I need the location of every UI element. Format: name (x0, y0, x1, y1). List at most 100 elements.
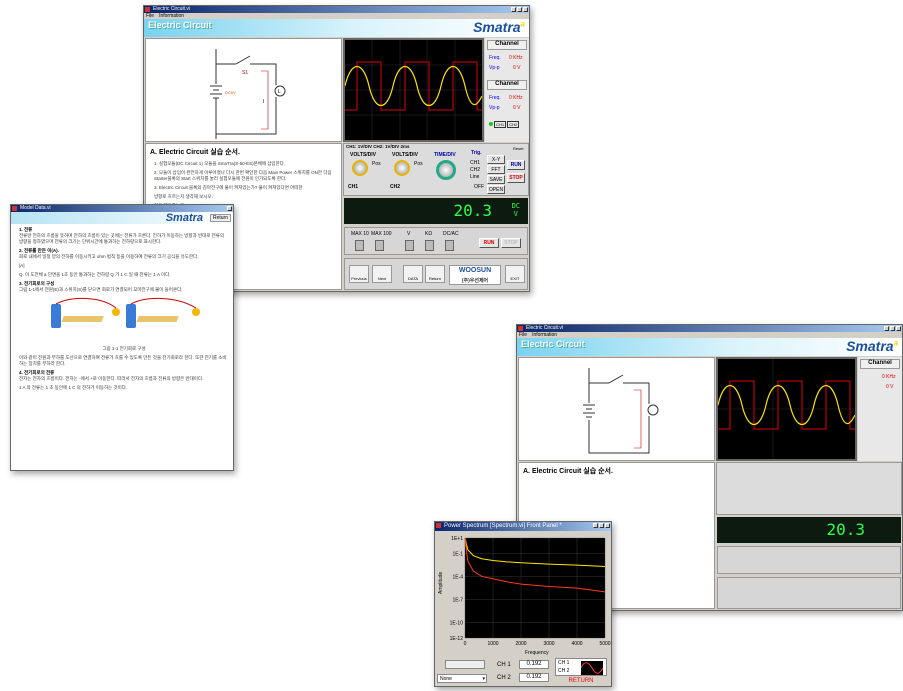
none-select[interactable]: None ▾ (437, 674, 487, 683)
x-tick-label: 3000 (543, 641, 554, 647)
second-title-bar[interactable]: Electric Circuit.vi (517, 325, 902, 332)
current-label: I (263, 99, 264, 105)
meter-stop-button[interactable]: STOP (501, 238, 521, 248)
section-3: 3. 전기회로의 구성 그림 1-1에서 전원(E)과 스위치(S)를 닫으면 회… (19, 281, 183, 292)
fft-button[interactable]: FFT (487, 165, 505, 174)
save-button[interactable]: SAVE (487, 175, 505, 184)
trig-line[interactable]: Line (470, 174, 479, 180)
trig-ch2[interactable]: CH2 (470, 167, 480, 173)
second-channel-title: Channel (860, 359, 900, 369)
section-2-q: Q. 이 도전체 a 단면을 1초 동안 통과하는 전하량 Q 가 1 C 일 … (19, 272, 171, 277)
max100-label: MAX 100 (371, 231, 392, 237)
second-circuit-svg (583, 368, 659, 454)
next-button[interactable]: Next (372, 265, 392, 283)
trig-label: Trig. (471, 150, 482, 156)
max10-label: MAX 10 (351, 231, 369, 237)
lamp-label: L (278, 89, 281, 95)
run-button[interactable]: RUN (507, 160, 525, 170)
spectrum-window: Power Spectrum [Spectrum.vi] Front Panel… (434, 521, 612, 687)
second-circuit (518, 357, 715, 461)
spectrum-min-button[interactable] (593, 523, 598, 528)
side-buttons: X-Y FFT SAVE OPEN RUN STOP Reset (485, 143, 529, 196)
doc-line-1: 1. 실험모듈(DC Circuit 1) 모듈을 SmaTra(S-50-ES… (154, 161, 286, 166)
nav-bar: Previous Next DATA Return WOOSUN (주)우선제어 … (344, 258, 528, 290)
section-1: 1. 전류 전류란 전하의 흐름을 뜻하며 전하의 흐름이 있는 곳에는 전류가 … (19, 227, 225, 244)
exit-button[interactable]: EXIT (505, 265, 525, 283)
second-maximize-button[interactable] (890, 326, 895, 331)
spectrum-title-bar[interactable]: Power Spectrum [Spectrum.vi] Front Panel… (435, 522, 611, 531)
y-axis-label: Amplitude (438, 572, 444, 594)
trig-ch1[interactable]: CH1 (470, 160, 480, 166)
spectrum-close-button[interactable] (605, 523, 610, 528)
maximize-button[interactable] (517, 7, 522, 12)
battery-label: DC5V (225, 90, 236, 95)
spectrum-tool-icons[interactable] (445, 660, 485, 669)
x-axis-label: Frequency (525, 650, 549, 656)
ch1-value-label: CH 1 (497, 662, 511, 668)
max100-switch[interactable] (375, 240, 384, 251)
ch2-knob[interactable] (394, 160, 410, 176)
window-title: Electric Circuit.vi (153, 6, 190, 12)
close-button[interactable] (523, 7, 528, 12)
model-close-button[interactable] (227, 206, 232, 211)
doc-line-4: 방향로 흐르는지 생각해 보시오. (154, 194, 213, 199)
smatra-logo: Smatraa (473, 19, 525, 35)
ch2-value-label: CH 2 (497, 675, 511, 681)
return-button[interactable]: RETURN (555, 677, 607, 685)
ch1-knob[interactable] (352, 160, 368, 176)
ch2-freq-value: 0 KHz (509, 95, 523, 101)
ch1-pos: Pos (372, 161, 381, 167)
xy-button[interactable]: X-Y (487, 155, 505, 164)
kohm-switch[interactable] (425, 240, 434, 251)
y-tick-label: 1E+1 (451, 536, 463, 542)
trig-off[interactable]: OFF (474, 184, 484, 190)
ch2-value-field[interactable]: 0.192 (519, 673, 549, 682)
legend-wave-icon (581, 661, 603, 675)
section-4-text: 1 A 의 전류는 1 초 동안에 1 C 의 전하가 이동하는 것이다. (19, 385, 128, 390)
minimize-button[interactable] (511, 7, 516, 12)
second-channel-panel: Channel 0 KHz 0 V (858, 357, 902, 461)
dcac-label: DC/AC (443, 231, 459, 237)
spectrum-icon (436, 523, 441, 528)
model-content: 1. 전류 전류란 전하의 흐름을 뜻하며 전하의 흐름이 있는 곳에는 전류가 … (11, 227, 233, 471)
scope-status: CH1: 1V/DIV CH2: 1V/DIV 2ms (346, 144, 410, 149)
v-label: V (407, 231, 411, 237)
second-smatra-logo: Smatraa (846, 338, 898, 354)
ch2-label: CH2 (390, 184, 401, 190)
spectrum-max-button[interactable] (599, 523, 604, 528)
v-switch[interactable] (405, 240, 414, 251)
return-button[interactable]: Return (425, 265, 445, 283)
title-bar[interactable]: Electric Circuit.vi (144, 6, 529, 13)
second-vpp-value: 0 V (886, 384, 894, 390)
ch2-vpp-label: Vp-p (489, 105, 500, 111)
doc-title: A. Electric Circuit 실습 순서. (150, 149, 240, 156)
dcac-switch[interactable] (445, 240, 454, 251)
model-app-icon (12, 206, 17, 211)
max10-switch[interactable] (355, 240, 364, 251)
meter-unit: DC V (511, 202, 520, 218)
second-minimize-button[interactable] (884, 326, 889, 331)
ch1-value-field[interactable]: 0.192 (519, 660, 549, 669)
volts-div-ch2: VOLTS/DIV (392, 152, 419, 158)
model-return-button[interactable]: Return (209, 214, 231, 222)
time-knob[interactable] (436, 160, 456, 180)
ch1-vpp-label: Vp-p (489, 65, 500, 71)
y-tick-label: 1E-12 (450, 636, 464, 642)
circuit-svg: S1 DC5V L I (210, 49, 286, 139)
section-2-note: [A] (19, 263, 25, 268)
previous-button[interactable]: Previous (349, 265, 369, 283)
model-title-bar[interactable]: Model Data.vi (11, 205, 233, 212)
meter-switches: MAX 10 MAX 100 V KΩ DC/AC RUN STOP (344, 227, 528, 255)
section-2: 2. 전류를 만든 이(A). 회로 내에서 일정 양의 전하를 이동시키고 oh… (19, 248, 199, 259)
stop-button[interactable]: STOP (507, 173, 525, 183)
ch2-pos: Pos (414, 161, 423, 167)
second-doc-title: A. Electric Circuit 실습 순서. (523, 468, 613, 475)
reset-label[interactable]: Reset (513, 146, 523, 151)
second-close-button[interactable] (896, 326, 901, 331)
meter-run-button[interactable]: RUN (479, 238, 499, 248)
oscilloscope-screen (343, 38, 484, 142)
open-button[interactable]: OPEN (487, 185, 505, 194)
second-nav (717, 577, 901, 609)
second-scope-wave (717, 359, 856, 459)
data-button[interactable]: DATA (403, 265, 423, 283)
